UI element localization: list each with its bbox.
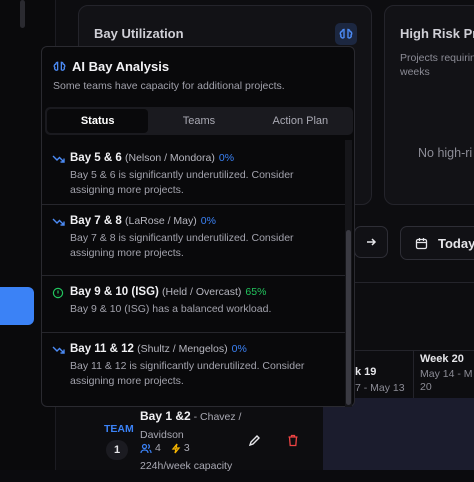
bay-description: Bay 5 & 6 is significantly underutilized…	[70, 169, 294, 196]
brain-icon	[339, 28, 353, 39]
schedule-cell[interactable]	[323, 398, 474, 470]
bolt-icon	[171, 443, 181, 453]
ai-bay-analysis-popover: AI Bay Analysis Some teams have capacity…	[41, 46, 355, 407]
bay-description: Bay 11 & 12 is significantly underutiliz…	[70, 360, 305, 387]
utilization-percent: 65%	[245, 286, 267, 298]
bay-title: Bay 9 & 10 (ISG)	[70, 286, 159, 298]
bay-teams: (Held / Overcast)	[162, 286, 242, 298]
popover-subtitle: Some teams have capacity for additional …	[53, 80, 285, 92]
high-risk-title: High Risk Pro	[400, 26, 474, 41]
tab-teams[interactable]: Teams	[148, 109, 249, 133]
trash-icon	[288, 434, 298, 446]
tab-status[interactable]: Status	[47, 109, 149, 133]
project-count: 3	[183, 442, 190, 454]
users-icon	[140, 443, 152, 453]
utilization-percent: 0%	[218, 152, 235, 164]
list-item[interactable]: Bay 11 & 12 (Shultz / Mengelos) 0% Bay 11…	[42, 333, 348, 403]
bay-utilization-title: Bay Utilization	[94, 26, 184, 41]
tab-action-plan[interactable]: Action Plan	[250, 109, 351, 133]
week-20-label: Week 20	[420, 353, 464, 365]
trend-down-icon	[52, 155, 65, 163]
high-risk-card: High Risk Pro Projects requirin weeks No…	[384, 5, 474, 205]
brain-icon	[53, 61, 66, 71]
ai-analysis-button[interactable]	[335, 23, 357, 45]
team-number-badge: 1	[106, 440, 128, 460]
sidebar-item-active[interactable]	[0, 287, 34, 325]
bay-row-name: Bay 1 &2 - Chavez / Davidson	[140, 407, 245, 444]
bay-description: Bay 9 & 10 (ISG) has a balanced workload…	[70, 303, 272, 315]
bay-name: Bay 1 &2	[140, 409, 191, 423]
next-week-button[interactable]	[354, 226, 388, 258]
bay-title: Bay 7 & 8	[70, 215, 122, 227]
bay-teams: (Nelson / Mondora)	[124, 152, 215, 164]
week-20-range: May 14 - M 20	[420, 368, 473, 393]
bay-description: Bay 7 & 8 is significantly underutilized…	[70, 232, 294, 259]
high-risk-description: Projects requirin weeks	[400, 52, 474, 78]
popover-scrollbar[interactable]	[346, 230, 351, 405]
high-risk-empty: No high-ri	[418, 146, 473, 160]
delete-bay-button[interactable]	[282, 429, 304, 451]
member-count: 4	[155, 442, 161, 454]
bay-stats: 4 3	[140, 442, 190, 454]
list-item[interactable]: Bay 9 & 10 (ISG) (Held / Overcast) 65% Ba…	[42, 276, 348, 333]
sidebar-scrollbar[interactable]	[20, 0, 25, 28]
trend-down-icon	[52, 346, 65, 354]
utilization-percent: 0%	[200, 215, 216, 227]
bay-teams: (LaRose / May)	[124, 215, 197, 227]
utilization-percent: 0%	[231, 343, 247, 355]
calendar-icon	[415, 237, 428, 249]
arrow-right-icon	[367, 238, 377, 246]
bay-title: Bay 5 & 6	[70, 152, 122, 164]
info-circle-icon	[52, 287, 64, 299]
analysis-list: Bay 5 & 6 (Nelson / Mondora) 0% Bay 5 & 6…	[42, 142, 348, 406]
list-item[interactable]: Bay 7 & 8 (LaRose / May) 0% Bay 7 & 8 is …	[42, 205, 348, 276]
popover-header: AI Bay Analysis	[53, 59, 343, 74]
popover-title: AI Bay Analysis	[72, 59, 170, 74]
pencil-icon	[248, 434, 260, 446]
bay-teams: (Shultz / Mengelos)	[137, 343, 228, 355]
week-19-range: 7 - May 13	[355, 382, 405, 394]
bay-capacity: 224h/week capacity	[140, 460, 233, 472]
trend-down-icon	[52, 218, 65, 226]
list-item[interactable]: Bay 5 & 6 (Nelson / Mondora) 0% Bay 5 & 6…	[42, 142, 348, 205]
bay-title: Bay 11 & 12	[70, 343, 134, 355]
analysis-tabs: Status Teams Action Plan	[45, 107, 353, 135]
week-19-label: k 19	[355, 366, 377, 378]
team-label: TEAM	[104, 423, 134, 435]
edit-bay-button[interactable]	[243, 429, 265, 451]
today-button[interactable]: Today	[400, 226, 474, 260]
today-label: Today	[438, 235, 474, 251]
